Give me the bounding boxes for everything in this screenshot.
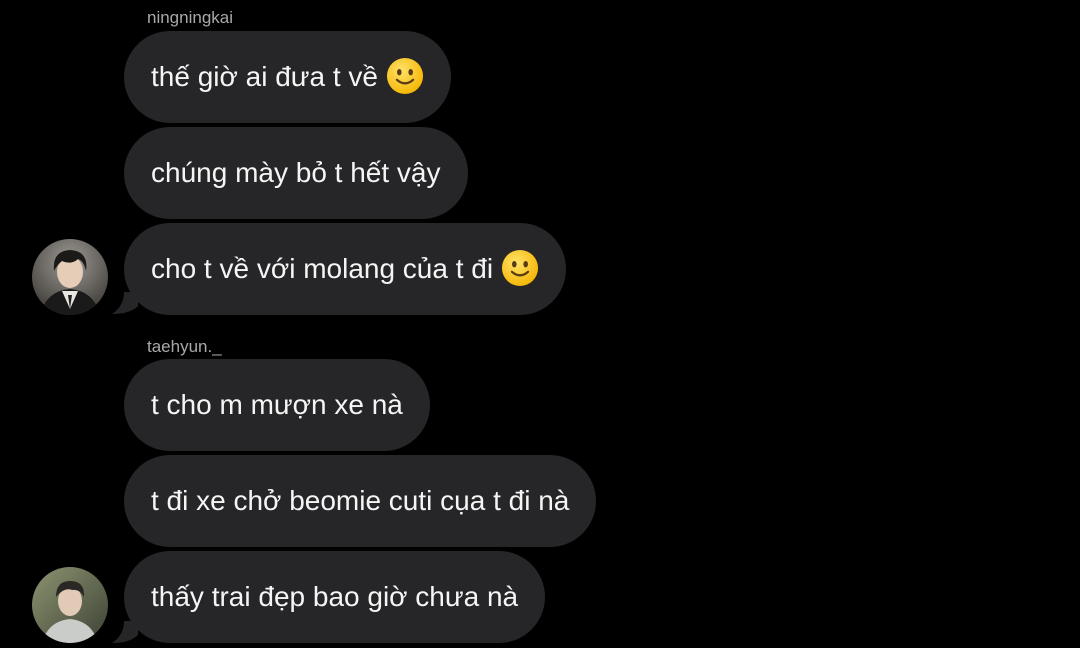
- message-text: t đi xe chở beomie cuti cụa t đi nà: [151, 485, 570, 516]
- message-bubble[interactable]: cho t về với molang của t đi: [124, 223, 567, 315]
- bubble-tail: [112, 621, 138, 643]
- avatar[interactable]: [32, 239, 108, 315]
- avatar[interactable]: [32, 567, 108, 643]
- slightly-smiling-face-icon: [386, 57, 424, 94]
- message-bubble[interactable]: t cho m mượn xe nà: [124, 359, 430, 451]
- message-bubble[interactable]: chúng mày bỏ t hết vậy: [124, 127, 468, 219]
- message-bubble[interactable]: thế giờ ai đưa t về: [124, 31, 452, 123]
- message-thread: ningningkai thế giờ ai đưa t về chúng mà…: [0, 0, 1080, 648]
- bubble-tail: [112, 292, 138, 314]
- message-text: thế giờ ai đưa t về: [151, 61, 379, 92]
- message-text: chúng mày bỏ t hết vậy: [151, 157, 441, 188]
- message-bubble[interactable]: thấy trai đẹp bao giờ chưa nà: [124, 551, 546, 643]
- message-bubble[interactable]: t đi xe chở beomie cuti cụa t đi nà: [124, 455, 597, 547]
- slightly-smiling-face-icon: [502, 249, 539, 286]
- message-text: cho t về với molang của t đi: [151, 253, 494, 284]
- message-text: t cho m mượn xe nà: [151, 389, 403, 420]
- sender-name: ningningkai: [147, 8, 234, 27]
- message-text: thấy trai đẹp bao giờ chưa nà: [151, 581, 519, 612]
- sender-name: taehyun._: [147, 337, 222, 356]
